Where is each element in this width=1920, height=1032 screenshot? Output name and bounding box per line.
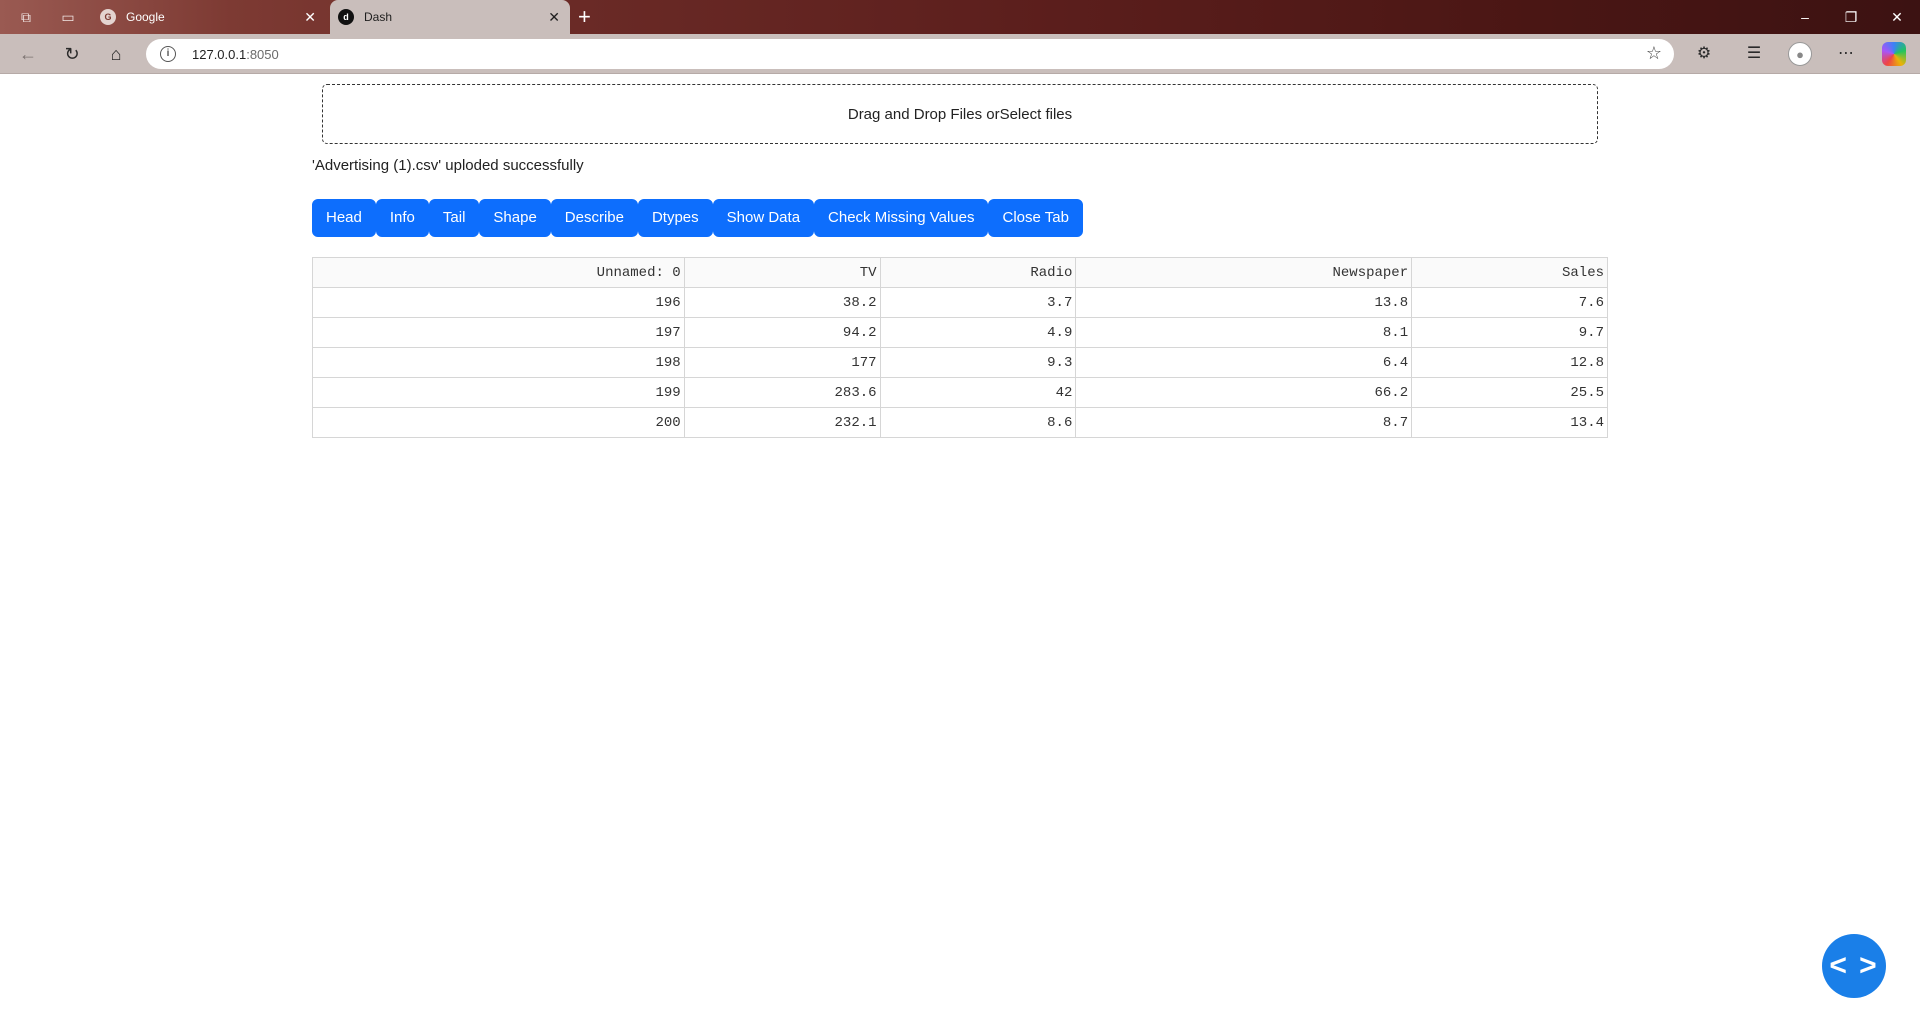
new-tab-icon[interactable]: + [578, 4, 591, 30]
shape-button[interactable]: Shape [479, 199, 551, 237]
column-header[interactable]: Newspaper [1075, 257, 1413, 288]
table-cell[interactable]: 7.6 [1411, 287, 1608, 318]
table-cell[interactable]: 8.7 [1075, 407, 1413, 438]
close-tab-button[interactable]: Close Tab [988, 199, 1083, 237]
table-row: 200 232.1 8.6 8.7 13.4 [312, 407, 1608, 438]
minimize-icon[interactable]: – [1790, 6, 1820, 28]
tab-google[interactable]: G Google ✕ [92, 0, 326, 34]
reload-icon[interactable]: ↻ [60, 42, 84, 66]
profile-avatar-icon[interactable]: ● [1788, 42, 1812, 66]
address-bar[interactable]: i 127.0.0.1:8050 ☆ [146, 39, 1674, 69]
file-upload-dropzone[interactable]: Drag and Drop Files orSelect files [322, 84, 1598, 144]
column-header[interactable]: Radio [879, 257, 1077, 288]
browser-toolbar: ← ↻ ⌂ i 127.0.0.1:8050 ☆ ⚙ ☰ ● ⋯ c [0, 34, 1920, 74]
table-row: 196 38.2 3.7 13.8 7.6 [312, 287, 1608, 318]
browser-title-bar: ⧉ ▭ G Google ✕ d Dash ✕ + – ❐ ✕ [0, 0, 1920, 34]
table-cell[interactable]: 12.8 [1411, 347, 1608, 378]
tab-actions-icon[interactable]: ▭ [58, 7, 78, 27]
table-cell[interactable]: 8.1 [1075, 317, 1413, 348]
head-button[interactable]: Head [312, 199, 376, 237]
code-icon: < > [1829, 949, 1879, 982]
tab-close-icon[interactable]: ✕ [304, 9, 316, 25]
dash-app: Drag and Drop Files orSelect files 'Adve… [0, 75, 1920, 1032]
table-cell[interactable]: 42 [879, 377, 1077, 408]
extensions-icon[interactable]: ⚙ [1692, 42, 1716, 66]
column-header[interactable]: TV [683, 257, 881, 288]
upload-status-message: 'Advertising (1).csv' uploded successful… [312, 157, 584, 174]
home-icon[interactable]: ⌂ [104, 42, 128, 66]
more-menu-icon[interactable]: ⋯ [1834, 42, 1858, 66]
favorite-star-icon[interactable]: ☆ [1646, 43, 1662, 64]
restore-icon[interactable]: ❐ [1836, 6, 1866, 28]
table-cell[interactable]: 197 [312, 317, 685, 348]
table-cell[interactable]: 196 [312, 287, 685, 318]
table-header-row: Unnamed: 0 TV Radio Newspaper Sales [312, 257, 1608, 288]
workspaces-icon[interactable]: ⧉ [16, 7, 36, 27]
table-row: 198 177 9.3 6.4 12.8 [312, 347, 1608, 378]
tab-dash[interactable]: d Dash ✕ [330, 0, 570, 34]
table-cell[interactable]: 38.2 [683, 287, 881, 318]
site-info-icon[interactable]: i [160, 46, 176, 62]
table-cell[interactable]: 25.5 [1411, 377, 1608, 408]
table-cell[interactable]: 177 [683, 347, 881, 378]
describe-button[interactable]: Describe [550, 199, 638, 237]
table-cell[interactable]: 94.2 [683, 317, 881, 348]
table-cell[interactable]: 13.8 [1075, 287, 1413, 318]
tab-title: Dash [364, 10, 393, 24]
dash-favicon-icon: d [338, 9, 354, 25]
column-header[interactable]: Sales [1411, 257, 1608, 288]
tab-title: Google [126, 10, 165, 24]
table-cell[interactable]: 3.7 [879, 287, 1077, 318]
column-header[interactable]: Unnamed: 0 [312, 257, 685, 288]
dash-debug-menu-button[interactable]: < > [1822, 934, 1886, 998]
data-table: Unnamed: 0 TV Radio Newspaper Sales 196 … [312, 257, 1608, 438]
tab-close-icon[interactable]: ✕ [548, 9, 560, 25]
table-cell[interactable]: 198 [312, 347, 685, 378]
favorites-icon[interactable]: ☰ [1742, 42, 1766, 66]
table-cell[interactable]: 13.4 [1411, 407, 1608, 438]
google-favicon-icon: G [100, 9, 116, 25]
table-row: 197 94.2 4.9 8.1 9.7 [312, 317, 1608, 348]
action-button-group: Head Info Tail Shape Describe Dtypes Sho… [312, 199, 1083, 237]
table-cell[interactable]: 232.1 [683, 407, 881, 438]
table-cell[interactable]: 6.4 [1075, 347, 1413, 378]
close-window-icon[interactable]: ✕ [1882, 6, 1912, 28]
show-data-button[interactable]: Show Data [712, 199, 815, 237]
table-cell[interactable]: 66.2 [1075, 377, 1413, 408]
table-cell[interactable]: 9.7 [1411, 317, 1608, 348]
url-text: 127.0.0.1:8050 [192, 47, 279, 62]
info-button[interactable]: Info [375, 199, 429, 237]
table-cell[interactable]: 9.3 [879, 347, 1077, 378]
table-row: 199 283.6 42 66.2 25.5 [312, 377, 1608, 408]
table-cell[interactable]: 200 [312, 407, 685, 438]
table-cell[interactable]: 283.6 [683, 377, 881, 408]
copilot-icon[interactable]: c [1882, 42, 1906, 66]
check-missing-values-button[interactable]: Check Missing Values [814, 199, 989, 237]
back-arrow-icon[interactable]: ← [16, 42, 40, 66]
table-cell[interactable]: 199 [312, 377, 685, 408]
table-cell[interactable]: 8.6 [879, 407, 1077, 438]
dtypes-button[interactable]: Dtypes [637, 199, 713, 237]
tail-button[interactable]: Tail [428, 199, 480, 237]
table-cell[interactable]: 4.9 [879, 317, 1077, 348]
